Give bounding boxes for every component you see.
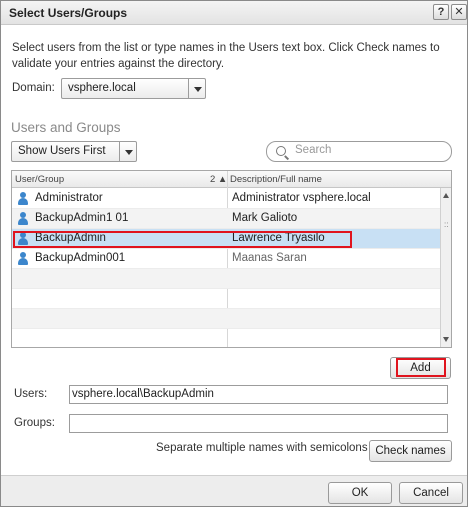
user-icon (18, 192, 28, 206)
row-description: Maanas Saran (232, 252, 307, 264)
cancel-button[interactable]: Cancel (399, 482, 463, 504)
search-input[interactable]: Search (295, 144, 331, 156)
column-header-description[interactable]: Description/Full name (230, 174, 322, 185)
users-groups-table: User/Group 2 ▲ Description/Full name Adm… (11, 170, 452, 348)
row-user-name: BackupAdmin1 01 (35, 212, 129, 224)
vertical-scrollbar[interactable]: :: (440, 188, 451, 347)
chevron-down-icon[interactable] (119, 142, 136, 161)
instructions-text: Select users from the list or type names… (12, 42, 440, 70)
column-header-user-group[interactable]: User/Group (15, 174, 64, 185)
groups-input[interactable] (69, 414, 448, 433)
select-users-groups-dialog: Select Users/Groups ? ✕ Select users fro… (0, 0, 468, 507)
domain-label: Domain: (12, 82, 55, 94)
table-row-empty (12, 329, 441, 347)
row-user-name: BackupAdmin001 (35, 252, 126, 264)
users-field-label: Users: (14, 388, 48, 400)
user-icon (18, 252, 28, 266)
row-user-name: Administrator (35, 192, 103, 204)
row-description: Administrator vsphere.local (232, 192, 371, 204)
table-header: User/Group 2 ▲ Description/Full name (12, 171, 451, 188)
scroll-down-icon[interactable] (443, 337, 449, 342)
selected-row-highlight (13, 231, 352, 248)
user-icon (18, 212, 28, 226)
sort-indicator[interactable]: 2 ▲ (210, 174, 227, 185)
table-row-empty (12, 289, 441, 309)
show-filter-value: Show Users First (18, 145, 106, 157)
chevron-down-icon[interactable] (188, 79, 205, 98)
ok-button[interactable]: OK (328, 482, 392, 504)
dialog-footer (1, 475, 467, 506)
row-description: Mark Galioto (232, 212, 298, 224)
table-row-empty (12, 269, 441, 289)
search-icon (276, 146, 286, 156)
title-bar: Select Users/Groups ? ✕ (1, 1, 467, 25)
add-button-highlight (396, 358, 446, 377)
check-names-button[interactable]: Check names (369, 440, 452, 462)
users-input[interactable]: vsphere.local\BackupAdmin (69, 385, 448, 404)
users-and-groups-heading: Users and Groups (11, 120, 121, 135)
separator-hint: Separate multiple names with semicolons (156, 442, 368, 454)
show-filter-select[interactable]: Show Users First (11, 141, 137, 162)
table-row[interactable]: BackupAdmin1 01 Mark Galioto (12, 209, 441, 229)
close-icon[interactable]: ✕ (451, 4, 467, 20)
domain-value: vsphere.local (68, 82, 136, 94)
table-row[interactable]: Administrator Administrator vsphere.loca… (12, 189, 441, 209)
groups-field-label: Groups: (14, 417, 55, 429)
domain-select[interactable]: vsphere.local (61, 78, 206, 99)
users-input-value: vsphere.local\BackupAdmin (72, 388, 214, 400)
table-row-empty (12, 309, 441, 329)
scroll-grip-icon[interactable]: :: (444, 221, 448, 229)
search-box[interactable]: Search (266, 141, 452, 162)
table-row[interactable]: BackupAdmin001 Maanas Saran (12, 249, 441, 269)
scroll-up-icon[interactable] (443, 193, 449, 198)
dialog-title: Select Users/Groups (9, 6, 128, 20)
help-icon[interactable]: ? (433, 4, 449, 20)
